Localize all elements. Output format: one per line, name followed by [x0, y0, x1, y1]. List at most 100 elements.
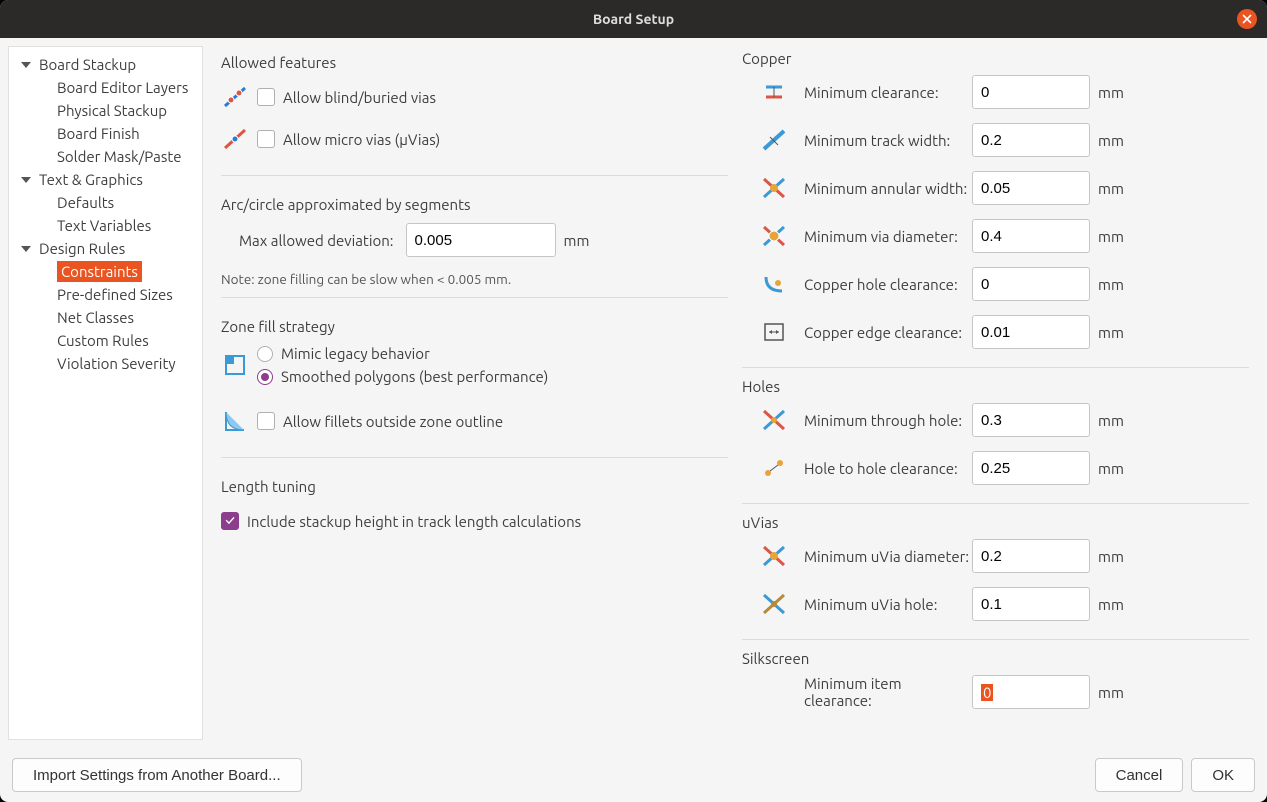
allow-fillets-checkbox[interactable]: [257, 412, 275, 430]
tree-item-label: Violation Severity: [57, 353, 176, 374]
constraint-label: Copper hole clearance:: [804, 276, 972, 293]
allow-blind-buried-checkbox[interactable]: [257, 88, 275, 106]
section-header: Holes: [742, 378, 1249, 395]
constraint-input[interactable]: [972, 587, 1090, 621]
constraint-icon: [760, 408, 788, 432]
tree-item-label: Board Editor Layers: [57, 77, 188, 98]
tree-item[interactable]: Defaults: [9, 191, 202, 214]
constraint-row: Minimum uVia diameter: mm: [742, 539, 1249, 573]
tree-group[interactable]: Design Rules: [9, 237, 202, 260]
tree-item[interactable]: Pre-defined Sizes: [9, 283, 202, 306]
tree-item-label: Text Variables: [57, 215, 151, 236]
constraint-label: Minimum uVia hole:: [804, 596, 972, 613]
close-button[interactable]: [1237, 9, 1257, 29]
tree-item[interactable]: Text Variables: [9, 214, 202, 237]
unit-label: mm: [556, 232, 588, 249]
zone-icon: [221, 353, 249, 377]
tree-item[interactable]: Custom Rules: [9, 329, 202, 352]
section-header: uVias: [742, 514, 1249, 531]
constraint-label: Minimum through hole:: [804, 412, 972, 429]
constraint-row: Minimum item clearance:0mm: [742, 675, 1249, 709]
constraint-label: Copper edge clearance:: [804, 324, 972, 341]
tree-item[interactable]: Constraints: [9, 260, 202, 283]
max-deviation-input[interactable]: [406, 223, 556, 257]
allowed-features-title: Allowed features: [221, 54, 728, 71]
constraint-input[interactable]: [972, 403, 1090, 437]
constraint-icon: [760, 544, 788, 568]
tree-item-label: Defaults: [57, 192, 114, 213]
constraint-icon: [760, 224, 788, 248]
constraint-input[interactable]: [972, 219, 1090, 253]
constraint-input[interactable]: [972, 75, 1090, 109]
constraint-label: Minimum item clearance:: [804, 675, 972, 709]
constraint-input[interactable]: 0: [972, 675, 1090, 709]
length-tuning-title: Length tuning: [221, 478, 728, 495]
allow-micro-vias-label: Allow micro vias (µVias): [283, 131, 440, 148]
unit-label: mm: [1090, 276, 1122, 293]
footer: Import Settings from Another Board... Ca…: [0, 748, 1267, 802]
tree-item[interactable]: Solder Mask/Paste: [9, 145, 202, 168]
tree-item-label: Net Classes: [57, 307, 134, 328]
tree-item[interactable]: Violation Severity: [9, 352, 202, 375]
import-settings-button[interactable]: Import Settings from Another Board...: [12, 758, 302, 792]
arc-note: Note: zone filling can be slow when < 0.…: [221, 271, 728, 287]
max-deviation-label: Max allowed deviation:: [239, 232, 394, 249]
tree-group[interactable]: Text & Graphics: [9, 168, 202, 191]
tree-item[interactable]: Net Classes: [9, 306, 202, 329]
include-stackup-checkbox[interactable]: [221, 512, 239, 530]
constraint-icon: [760, 320, 788, 344]
smoothed-polygons-label: Smoothed polygons (best performance): [281, 368, 548, 385]
unit-label: mm: [1090, 324, 1122, 341]
tree-item-label: Pre-defined Sizes: [57, 284, 173, 305]
smoothed-polygons-radio[interactable]: [257, 369, 273, 385]
close-icon: [1242, 14, 1252, 24]
unit-label: mm: [1090, 548, 1122, 565]
tree-item[interactable]: Board Editor Layers: [9, 76, 202, 99]
constraint-input[interactable]: [972, 123, 1090, 157]
micro-via-icon: [221, 127, 249, 151]
constraint-row: Minimum uVia hole: mm: [742, 587, 1249, 621]
constraint-label: Minimum via diameter:: [804, 228, 972, 245]
constraint-row: Copper hole clearance: mm: [742, 267, 1249, 301]
constraint-icon: [760, 592, 788, 616]
cancel-button[interactable]: Cancel: [1095, 758, 1184, 792]
unit-label: mm: [1090, 596, 1122, 613]
allow-fillets-label: Allow fillets outside zone outline: [283, 413, 503, 430]
section-header: Silkscreen: [742, 650, 1249, 667]
constraint-input[interactable]: [972, 267, 1090, 301]
constraint-label: Hole to hole clearance:: [804, 460, 972, 477]
constraint-input[interactable]: [972, 171, 1090, 205]
divider: [221, 457, 728, 458]
constraint-icon: [760, 680, 788, 704]
ok-button[interactable]: OK: [1191, 758, 1255, 792]
tree-group-label: Board Stackup: [39, 54, 136, 75]
zone-fill-title: Zone fill strategy: [221, 318, 728, 335]
constraint-input[interactable]: [972, 451, 1090, 485]
tree-group-label: Design Rules: [39, 238, 125, 259]
unit-label: mm: [1090, 132, 1122, 149]
constraint-icon: [760, 176, 788, 200]
tree-item-label: Custom Rules: [57, 330, 149, 351]
constraint-row: Minimum annular width:mm: [742, 171, 1249, 205]
left-column: Allowed features Allow blind/buried vias…: [221, 50, 728, 736]
constraint-row: Minimum through hole: mm: [742, 403, 1249, 437]
constraint-icon: [760, 80, 788, 104]
disclosure-icon: [21, 62, 31, 68]
tree-item-label: Board Finish: [57, 123, 140, 144]
allow-micro-vias-checkbox[interactable]: [257, 130, 275, 148]
mimic-legacy-radio[interactable]: [257, 346, 273, 362]
tree-item[interactable]: Board Finish: [9, 122, 202, 145]
unit-label: mm: [1090, 412, 1122, 429]
constraint-input[interactable]: [972, 315, 1090, 349]
unit-label: mm: [1090, 84, 1122, 101]
tree-item[interactable]: Physical Stackup: [9, 99, 202, 122]
right-column: CopperMinimum clearance:mmMinimum track …: [742, 50, 1249, 736]
constraint-label: Minimum annular width:: [804, 180, 972, 197]
section-header: Copper: [742, 50, 1249, 67]
constraint-row: Minimum clearance:mm: [742, 75, 1249, 109]
tree-group[interactable]: Board Stackup: [9, 53, 202, 76]
constraint-label: Minimum uVia diameter:: [804, 548, 972, 565]
constraint-icon: [760, 456, 788, 480]
window-title: Board Setup: [593, 11, 674, 27]
constraint-input[interactable]: [972, 539, 1090, 573]
